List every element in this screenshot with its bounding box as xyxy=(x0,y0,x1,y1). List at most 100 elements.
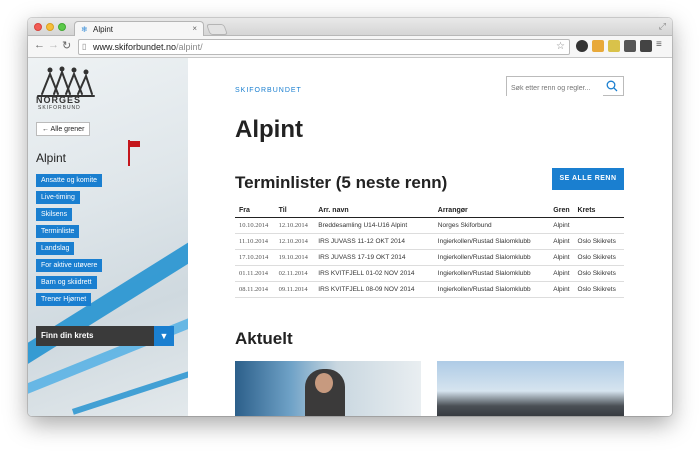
table-cell: 19.10.2014 xyxy=(274,249,315,266)
table-cell: Norges Skiforbund xyxy=(433,217,550,234)
sidebar: NORGES SKIFORBUND ← Alle grener Alpint A… xyxy=(28,58,188,416)
table-cell: Oslo Skikrets xyxy=(573,249,624,266)
table-cell: Ingierkollen/Rustad Slalomklubb xyxy=(433,281,550,298)
table-cell: 08.11.2014 xyxy=(235,281,275,298)
table-cell: Alpint xyxy=(549,281,574,298)
table-cell-link[interactable]: Breddesamling U14-U16 Alpint xyxy=(314,217,434,234)
sidebar-item-skilsens[interactable]: Skilsens xyxy=(36,208,73,221)
page-viewport: NORGES SKIFORBUND ← Alle grener Alpint A… xyxy=(28,58,672,416)
url-host: www.skiforbundet.no xyxy=(93,42,177,52)
news-image[interactable] xyxy=(437,361,624,416)
all-sports-button[interactable]: ← Alle grener xyxy=(36,122,91,136)
forward-arrow-icon[interactable]: → xyxy=(48,39,59,51)
extension-icon[interactable] xyxy=(576,40,588,52)
reload-icon[interactable]: ↻ xyxy=(62,39,71,52)
table-cell: 12.10.2014 xyxy=(274,217,315,234)
table-header-row: Fra Til Arr. navn Arrangør Gren Krets xyxy=(235,204,624,218)
table-cell: Ingierkollen/Rustad Slalomklubb xyxy=(433,249,550,266)
table-row[interactable]: 17.10.2014 19.10.2014 IRS JUVASS 17-19 O… xyxy=(235,249,624,266)
search-box xyxy=(506,76,624,98)
sidebar-item-live-timing[interactable]: Live-timing xyxy=(36,191,80,204)
chevron-down-icon[interactable]: ▼ xyxy=(154,326,174,346)
table-cell: Ingierkollen/Rustad Slalomklubb xyxy=(433,265,550,282)
url-path: /alpint/ xyxy=(176,42,203,52)
zoom-window-button[interactable] xyxy=(58,23,66,31)
table-row[interactable]: 08.11.2014 09.11.2014 IRS KVITFJELL 08-0… xyxy=(235,281,624,298)
table-cell-link[interactable]: IRS JUVASS 17-19 OKT 2014 xyxy=(314,249,434,266)
column-header: Krets xyxy=(573,204,624,218)
extension-icon[interactable] xyxy=(624,40,636,52)
table-cell: 01.11.2014 xyxy=(235,265,275,282)
fullscreen-icon[interactable]: ⤢ xyxy=(659,21,666,32)
table-cell xyxy=(573,217,624,234)
browser-toolbar: ← → ↻ ▯ www.skiforbundet.no/alpint/ ☆ ≡ xyxy=(28,36,672,58)
sidebar-item-ansatte[interactable]: Ansatte og komite xyxy=(36,174,103,187)
new-tab-button[interactable] xyxy=(205,24,229,35)
table-cell: Oslo Skikrets xyxy=(573,281,624,298)
sidebar-title: Alpint xyxy=(36,151,67,165)
column-header: Til xyxy=(274,204,315,218)
logo-subtext: SKIFORBUND xyxy=(38,105,81,111)
bookmark-star-icon[interactable]: ☆ xyxy=(556,41,565,52)
table-row[interactable]: 01.11.2014 02.11.2014 IRS KVITFJELL 01-0… xyxy=(235,265,624,282)
news-heading: Aktuelt xyxy=(235,329,293,348)
find-krets-dropdown[interactable]: Finn din krets ▼ xyxy=(36,326,174,346)
table-row[interactable]: 11.10.2014 12.10.2014 IRS JUVASS 11-12 O… xyxy=(235,233,624,250)
table-cell: Alpint xyxy=(549,217,574,234)
table-cell: Oslo Skikrets xyxy=(573,265,624,282)
find-krets-label: Finn din krets xyxy=(41,331,94,340)
column-header: Gren xyxy=(549,204,574,218)
sidebar-item-landslag[interactable]: Landslag xyxy=(36,242,75,255)
close-window-button[interactable] xyxy=(34,23,42,31)
search-icon[interactable] xyxy=(606,80,618,92)
terminliste-table: Fra Til Arr. navn Arrangør Gren Krets 10… xyxy=(235,204,624,298)
table-cell: 11.10.2014 xyxy=(235,233,275,250)
table-cell: Alpint xyxy=(549,249,574,266)
sidebar-item-terminliste[interactable]: Terminliste xyxy=(36,225,80,238)
address-bar[interactable]: ▯ www.skiforbundet.no/alpint/ ☆ xyxy=(78,39,570,55)
tab-title: Alpint xyxy=(93,25,114,34)
news-image[interactable] xyxy=(235,361,421,416)
table-cell: 10.10.2014 xyxy=(235,217,275,234)
snowflake-favicon-icon: ❄ xyxy=(81,25,88,34)
logo-text: NORGES xyxy=(36,95,82,105)
title-bar: ❄ Alpint × ⤢ xyxy=(28,18,672,36)
column-header: Arrangør xyxy=(433,204,550,218)
table-cell: Alpint xyxy=(549,233,574,250)
table-cell: Ingierkollen/Rustad Slalomklubb xyxy=(433,233,550,250)
back-arrow-icon[interactable]: ← xyxy=(34,39,45,51)
section-tag-link[interactable]: SKIFORBUNDET xyxy=(235,87,302,94)
close-tab-icon[interactable]: × xyxy=(192,24,197,33)
table-cell: Alpint xyxy=(549,265,574,282)
column-header: Arr. navn xyxy=(314,204,434,218)
extension-icon[interactable] xyxy=(608,40,620,52)
table-cell: Oslo Skikrets xyxy=(573,233,624,250)
table-cell-link[interactable]: IRS KVITFJELL 08-09 NOV 2014 xyxy=(314,281,434,298)
table-cell-link[interactable]: IRS JUVASS 11-12 OKT 2014 xyxy=(314,233,434,250)
css-extension-icon[interactable] xyxy=(592,40,604,52)
browser-window: ❄ Alpint × ⤢ ← → ↻ ▯ www.skiforbundet.no… xyxy=(28,18,672,416)
sidebar-item-barn[interactable]: Barn og skiidrett xyxy=(36,276,97,289)
minimize-window-button[interactable] xyxy=(46,23,54,31)
see-all-races-button[interactable]: SE ALLE RENN xyxy=(552,168,624,190)
page-icon: ▯ xyxy=(82,42,87,51)
table-cell: 09.11.2014 xyxy=(274,281,315,298)
browser-tab[interactable]: ❄ Alpint × xyxy=(74,21,204,36)
table-cell-link[interactable]: IRS KVITFJELL 01-02 NOV 2014 xyxy=(314,265,434,282)
sidebar-item-aktive-utovere[interactable]: For aktive utøvere xyxy=(36,259,103,272)
terminlister-heading: Terminlister (5 neste renn) xyxy=(235,173,448,192)
main-content: SKIFORBUNDET Alpint Terminlister (5 nest… xyxy=(188,58,672,416)
menu-icon[interactable]: ≡ xyxy=(656,39,662,50)
face-graphic xyxy=(315,373,333,393)
table-cell: 12.10.2014 xyxy=(274,233,315,250)
search-input[interactable] xyxy=(507,79,603,98)
table-cell: 17.10.2014 xyxy=(235,249,275,266)
sidebar-menu: Ansatte og komite Live-timing Skilsens T… xyxy=(36,174,103,310)
page-title: Alpint xyxy=(235,116,303,143)
table-cell: 02.11.2014 xyxy=(274,265,315,282)
extension-icon[interactable] xyxy=(640,40,652,52)
column-header: Fra xyxy=(235,204,275,218)
table-row[interactable]: 10.10.2014 12.10.2014 Breddesamling U14-… xyxy=(235,217,624,234)
gate-flag-graphic xyxy=(130,141,140,147)
sidebar-item-trener[interactable]: Trener Hjørnet xyxy=(36,293,92,306)
